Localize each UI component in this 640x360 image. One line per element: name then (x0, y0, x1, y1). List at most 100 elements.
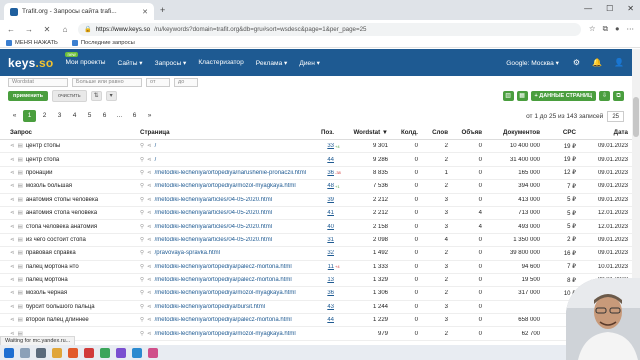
nav-ads[interactable]: Реклама ▾ (256, 59, 288, 67)
bookmark-item[interactable]: МЕНЯ НАЖАТЬ (6, 39, 58, 46)
col-pos-header[interactable]: Поз. (312, 129, 334, 136)
page-link[interactable]: /metodiki-lecheniya/ortopediya/palecz-mo… (155, 317, 292, 323)
share-icon[interactable]: ⋖ (10, 304, 15, 310)
query-text[interactable]: мозоль черная (26, 290, 67, 296)
doc-icon[interactable]: ▤ (18, 224, 23, 230)
query-text[interactable]: палец мортона нто (26, 264, 79, 270)
doc-icon[interactable]: ▤ (18, 143, 23, 149)
col-wordstat-header[interactable]: Wordstat ▼ (344, 129, 388, 136)
maximize-icon[interactable]: ☐ (606, 4, 613, 13)
page-link[interactable]: /metodiki-lecheniya/ortopediya/palecz-mo… (155, 264, 292, 270)
app-icon[interactable] (148, 347, 158, 358)
position-link[interactable]: 36 (327, 170, 334, 176)
page-link[interactable]: 6 (128, 110, 141, 122)
add-pages-button[interactable]: + ДАННЫЕ СТРАНИЦ (530, 91, 596, 101)
col-ads-header[interactable]: Объяв (448, 129, 482, 136)
doc-icon[interactable]: ▤ (18, 250, 23, 256)
position-link[interactable]: 44 (327, 317, 334, 323)
query-text[interactable]: стопа человека анатомия (26, 224, 97, 230)
doc-icon[interactable]: ▤ (18, 183, 23, 189)
export-icon[interactable]: ⇩ (599, 91, 610, 101)
notifications-icon[interactable]: 🔔 (592, 58, 602, 67)
position-link[interactable]: 33 (327, 143, 334, 149)
page-link[interactable]: 3 (53, 110, 66, 122)
share-icon[interactable]: ⋖ (10, 224, 15, 230)
app-icon[interactable] (116, 347, 126, 358)
copy-icon[interactable]: ⧉ (613, 91, 624, 101)
share-icon[interactable]: ⋖ (147, 237, 152, 243)
page-link[interactable]: /pravovaya-spravka.html (155, 250, 220, 256)
from-input[interactable]: от (146, 77, 170, 87)
settings-icon[interactable]: ⚙ (573, 58, 580, 67)
browser-tab[interactable]: Trafit.org - Запросы сайта trafi... ✕ (4, 3, 154, 20)
explorer-icon[interactable] (52, 347, 62, 358)
page-link[interactable]: / (155, 143, 157, 149)
doc-icon[interactable]: ▤ (18, 170, 23, 176)
position-link[interactable]: 43 (327, 304, 334, 310)
filter-icon[interactable]: ⇅ (90, 91, 102, 101)
stop-icon[interactable]: ✕ (42, 25, 52, 34)
page-link[interactable]: /metodiki-lecheniya/ortopediya/bursit.ht… (155, 304, 265, 310)
grid-icon[interactable]: ▦ (516, 91, 528, 101)
page-link[interactable]: 2 (38, 110, 51, 122)
share-icon[interactable]: ⋖ (10, 183, 15, 189)
link-icon[interactable]: ⚲ (140, 264, 144, 270)
share-icon[interactable]: ⋖ (147, 224, 152, 230)
position-link[interactable]: 36 (327, 290, 334, 296)
share-icon[interactable]: ⋖ (147, 264, 152, 270)
nav-my-projects[interactable]: new Мои проекты (65, 51, 106, 67)
query-text[interactable]: второй палец длиннее (26, 317, 89, 323)
app-icon[interactable] (132, 347, 142, 358)
logo[interactable]: keys.so (8, 56, 53, 70)
page-link[interactable]: /metodiki-lecheniya/ortopediya/mozol-mya… (155, 331, 296, 337)
col-page-header[interactable]: Страница (140, 129, 312, 136)
forward-icon[interactable]: → (24, 25, 34, 34)
share-icon[interactable]: ⋖ (10, 143, 15, 149)
doc-icon[interactable]: ▤ (18, 264, 23, 270)
share-icon[interactable]: ⋖ (10, 157, 15, 163)
start-icon[interactable] (4, 347, 14, 358)
page-link[interactable]: 5 (83, 110, 96, 122)
doc-icon[interactable]: ▤ (18, 237, 23, 243)
share-icon[interactable]: ⋖ (147, 170, 152, 176)
doc-icon[interactable]: ▤ (18, 277, 23, 283)
link-icon[interactable]: ⚲ (140, 143, 144, 149)
funnel-icon[interactable]: ▾ (105, 91, 117, 101)
star-icon[interactable]: ☆ (589, 24, 596, 34)
col-kold-header[interactable]: Колд. (388, 129, 418, 136)
share-icon[interactable]: ⋖ (10, 264, 15, 270)
nav-queries[interactable]: Запросы ▾ (155, 59, 187, 67)
page-link[interactable]: 6 (98, 110, 111, 122)
link-icon[interactable]: ⚲ (140, 224, 144, 230)
doc-icon[interactable]: ▤ (18, 210, 23, 216)
position-link[interactable]: 31 (327, 237, 334, 243)
share-icon[interactable]: ⋖ (147, 277, 152, 283)
query-text[interactable]: пронации (26, 170, 53, 176)
extensions-icon[interactable]: ⧉ (603, 24, 608, 34)
page-link[interactable]: /metodiki-lecheniya/articles/04-05-2020.… (155, 210, 272, 216)
new-tab-icon[interactable]: + (160, 5, 165, 15)
query-text[interactable]: мозоль большая (26, 183, 72, 189)
link-icon[interactable]: ⚲ (140, 157, 144, 163)
app-icon[interactable] (100, 347, 110, 358)
query-text[interactable]: из чего состоит стопа (26, 237, 86, 243)
share-icon[interactable]: ⋖ (147, 304, 152, 310)
share-icon[interactable]: ⋖ (10, 250, 15, 256)
doc-icon[interactable]: ▤ (18, 290, 23, 296)
share-icon[interactable]: ⋖ (147, 317, 152, 323)
menu-icon[interactable]: ⋯ (627, 24, 635, 34)
nav-sites[interactable]: Сайты ▾ (118, 59, 143, 67)
doc-icon[interactable]: ▤ (18, 304, 23, 310)
link-icon[interactable]: ⚲ (140, 290, 144, 296)
share-icon[interactable]: ⋖ (147, 250, 152, 256)
user-icon[interactable]: 👤 (614, 58, 624, 67)
page-link[interactable]: /metodiki-lecheniya/ortopediya/narusheni… (155, 170, 306, 176)
page-link[interactable]: / (155, 157, 157, 163)
home-icon[interactable]: ⌂ (60, 25, 70, 34)
page-link[interactable]: /metodiki-lecheniya/articles/04-05-2020.… (155, 237, 272, 243)
position-link[interactable]: 40 (327, 224, 334, 230)
position-link[interactable]: 41 (327, 210, 334, 216)
share-icon[interactable]: ⋖ (10, 277, 15, 283)
prev-page-icon[interactable]: « (8, 110, 21, 122)
columns-icon[interactable]: ▥ (502, 91, 514, 101)
